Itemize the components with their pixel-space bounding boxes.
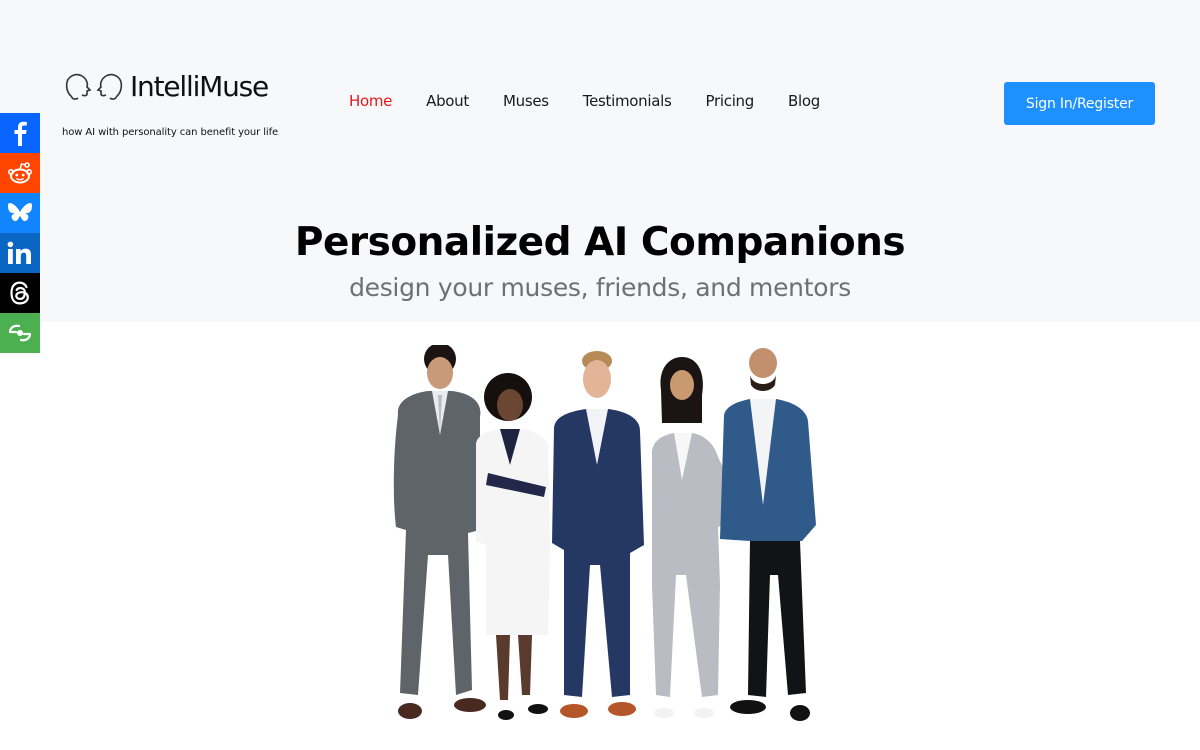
- nav-pricing[interactable]: Pricing: [706, 92, 755, 110]
- person-navy-suit: [552, 351, 644, 718]
- person-grey-suit: [393, 345, 486, 719]
- sign-in-register-button[interactable]: Sign In/Register: [1004, 82, 1155, 125]
- nav-about[interactable]: About: [426, 92, 469, 110]
- tagline: how AI with personality can benefit your…: [62, 127, 279, 138]
- nav-home[interactable]: Home: [349, 92, 392, 110]
- more-share-icon: [8, 324, 32, 342]
- reddit-icon: [7, 162, 32, 184]
- nav-blog[interactable]: Blog: [788, 92, 820, 110]
- brand-name: IntelliMuse: [130, 70, 269, 103]
- main-nav: Home About Muses Testimonials Pricing Bl…: [349, 92, 854, 110]
- person-blue-blazer: [720, 348, 816, 721]
- hero-title: Personalized AI Companions: [294, 220, 906, 265]
- person-white-suit: [476, 373, 550, 720]
- share-more-button[interactable]: [0, 313, 40, 353]
- nav-testimonials[interactable]: Testimonials: [583, 92, 672, 110]
- logo[interactable]: IntelliMuse: [64, 70, 269, 103]
- team-photo: [393, 345, 816, 721]
- share-reddit-button[interactable]: [0, 153, 40, 193]
- facebook-icon: [14, 121, 27, 146]
- nav-muses[interactable]: Muses: [503, 92, 549, 110]
- share-facebook-button[interactable]: [0, 113, 40, 153]
- two-heads-facing-icon: [65, 73, 123, 100]
- hero-subtitle: design your muses, friends, and mentors: [349, 273, 851, 302]
